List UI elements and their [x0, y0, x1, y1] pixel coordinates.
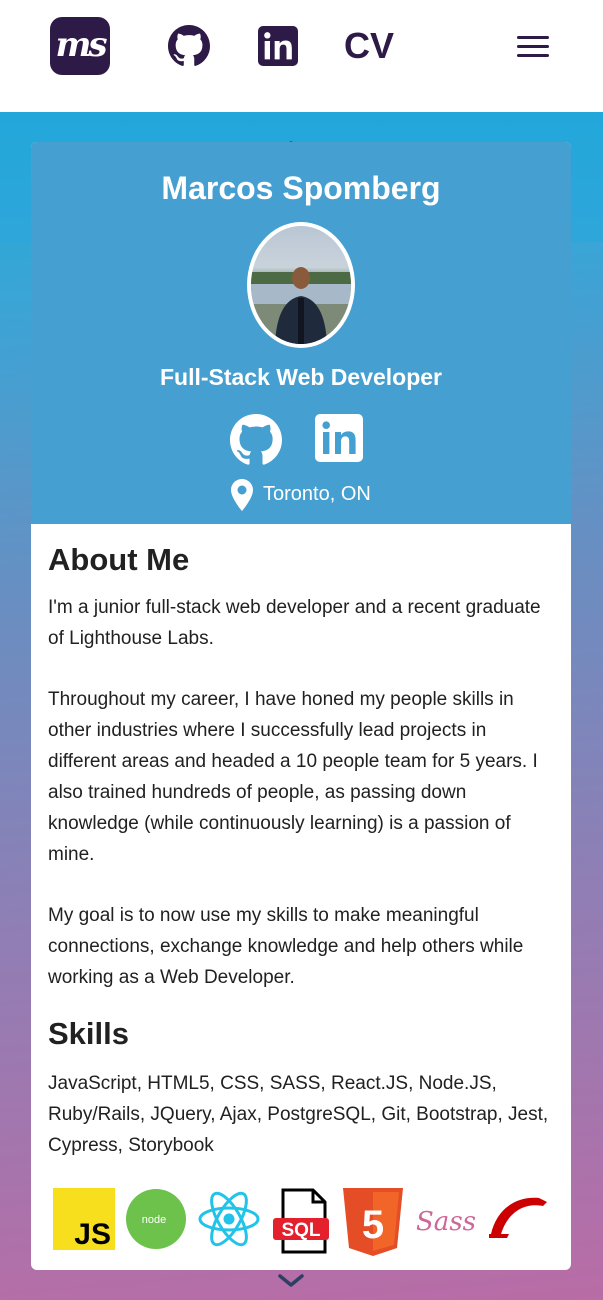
about-paragraph: My goal is to now use my skills to make … — [48, 905, 524, 988]
profile-role: Full-Stack Web Developer — [159, 364, 443, 390]
top-navbar: ms CV — [0, 0, 603, 112]
site-logo[interactable]: ms — [50, 17, 110, 75]
html5-logo-text: 5 — [362, 1203, 384, 1247]
javascript-logo-text: JS — [74, 1218, 111, 1250]
sql-logo: SQL — [273, 1188, 329, 1254]
profile-name: Marcos Spomberg — [161, 170, 441, 206]
profile-card: Marcos Spomberg Full-Stack Web Developer — [31, 142, 571, 1270]
skills-heading: Skills — [48, 1016, 129, 1051]
github-icon[interactable] — [168, 25, 210, 67]
about-paragraph: Throughout my career, I have honed my pe… — [48, 689, 538, 865]
menu-bar — [517, 45, 549, 48]
nodejs-logo-text: node — [142, 1214, 166, 1226]
react-logo — [198, 1191, 260, 1247]
menu-bar — [517, 36, 549, 39]
chevron-down-icon[interactable] — [277, 1273, 305, 1289]
avatar — [247, 222, 355, 348]
linkedin-icon[interactable] — [258, 26, 298, 66]
sass-logo-text: Sass — [416, 1207, 476, 1237]
javascript-logo: JS — [53, 1188, 115, 1250]
profile-header: Marcos Spomberg Full-Stack Web Developer — [31, 142, 571, 524]
sass-logo: Sass — [416, 1207, 476, 1237]
rails-logo — [489, 1197, 547, 1238]
nodejs-logo: node — [126, 1189, 186, 1249]
location-text: Toronto, ON — [263, 483, 371, 505]
menu-icon[interactable] — [517, 36, 549, 60]
linkedin-icon[interactable] — [315, 414, 363, 462]
cv-link[interactable]: CV — [344, 26, 394, 66]
skills-list: JavaScript, HTML5, CSS, SASS, React.JS, … — [48, 1073, 549, 1156]
menu-bar — [517, 54, 549, 57]
avatar-photo — [251, 267, 351, 344]
github-icon[interactable] — [230, 414, 282, 466]
html5-logo: 5 — [343, 1188, 403, 1256]
sql-logo-text: SQL — [281, 1220, 320, 1241]
about-paragraph: I'm a junior full-stack web developer an… — [48, 597, 541, 649]
location-pin-icon — [231, 479, 253, 511]
skill-logos: JS node SQL 5 Sass — [31, 1182, 571, 1262]
about-heading: About Me — [48, 542, 190, 577]
